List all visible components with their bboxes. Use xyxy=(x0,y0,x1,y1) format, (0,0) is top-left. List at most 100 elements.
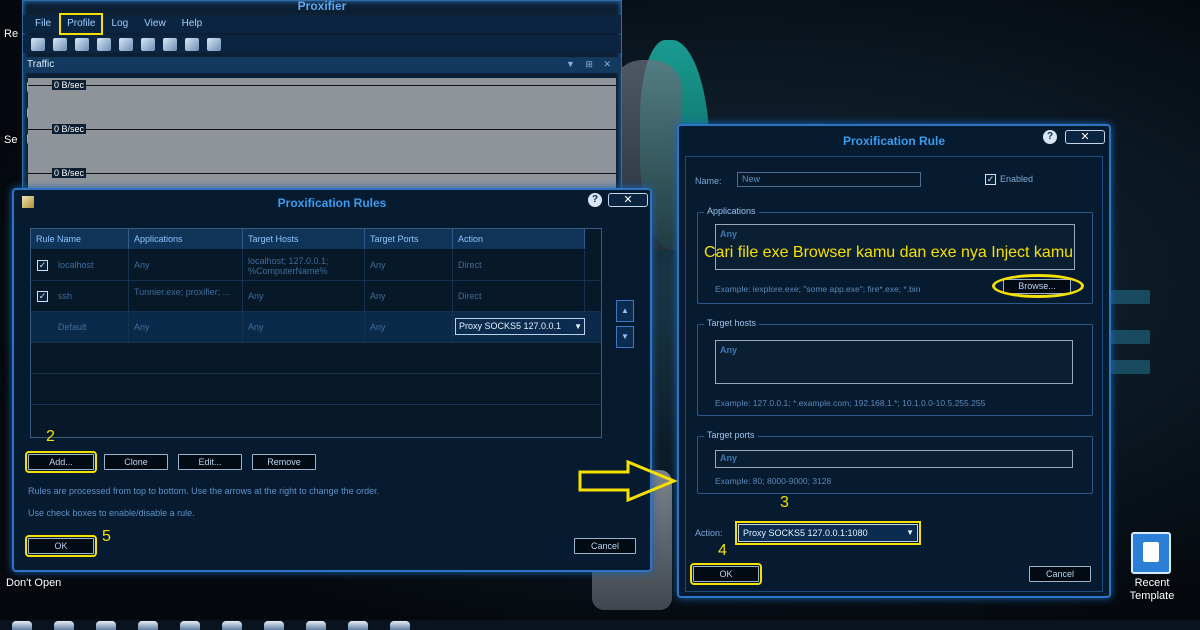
table-row-empty xyxy=(31,343,601,374)
target-hosts-group-title: Target hosts xyxy=(704,318,760,328)
target-hosts-input[interactable]: Any xyxy=(715,340,1073,384)
recent-template-icon[interactable] xyxy=(1131,532,1171,574)
background-light-bar xyxy=(1110,360,1150,374)
ok-button[interactable]: OK xyxy=(25,535,97,557)
applications-cell: Any xyxy=(129,250,243,281)
enabled-checkbox[interactable]: ✓ xyxy=(985,174,996,185)
step-3-marker: 3 xyxy=(780,494,789,511)
traffic-panel-title: Traffic xyxy=(27,59,55,70)
rules-icon[interactable] xyxy=(185,37,199,51)
desktop-icon-label[interactable]: Re xyxy=(4,28,18,40)
instruction-annotation: Cari file exe Browser kamu dan exe nya I… xyxy=(704,244,1074,261)
browse-highlight-ellipse xyxy=(992,274,1084,298)
log-icon[interactable] xyxy=(53,37,67,51)
close-icon[interactable]: ✕ xyxy=(608,193,648,207)
action-dropdown[interactable]: Proxy SOCKS5 127.0.0.1:1080 ▼ xyxy=(735,521,921,545)
target-ports-example: Example: 80; 8000-9000; 3128 xyxy=(715,476,832,486)
mail-icon[interactable] xyxy=(264,621,284,630)
add-rule-button[interactable]: Add... xyxy=(25,451,97,473)
action-cell: Direct xyxy=(453,250,585,281)
menu-profile[interactable]: Profile xyxy=(59,13,104,35)
messenger-icon[interactable] xyxy=(138,621,158,630)
name-field[interactable]: New xyxy=(737,172,921,187)
action-cell: Direct xyxy=(453,281,585,312)
target-ports-cell: Any xyxy=(365,312,453,343)
traffic-label: 0 B/sec xyxy=(52,80,87,90)
column-header-applications[interactable]: Applications xyxy=(129,229,243,249)
menu-help[interactable]: Help xyxy=(176,15,209,33)
table-row[interactable]: ✓ localhost Any localhost; 127.0.0.1; %C… xyxy=(31,250,601,281)
rules-table: Rule Name Applications Target Hosts Targ… xyxy=(30,228,602,438)
opera-icon[interactable] xyxy=(180,621,200,630)
step-4-marker: 4 xyxy=(718,542,727,559)
name-label: Name: xyxy=(695,176,722,186)
column-header-rule-name[interactable]: Rule Name xyxy=(31,229,129,249)
rule-name-cell: Default xyxy=(53,312,129,343)
checkbox-hint: Use check boxes to enable/disable a rule… xyxy=(28,508,195,518)
recent-template-label-line1: Recent xyxy=(1134,577,1170,589)
proxy-servers-icon[interactable] xyxy=(163,37,177,51)
recent-template-label-line2: Template xyxy=(1129,590,1175,602)
proxification-rule-dialog: Proxification Rule ? ✕ Name: New ✓ Enabl… xyxy=(677,124,1111,598)
traffic-graph: 0 B/sec 0 B/sec 0 B/sec xyxy=(28,78,616,190)
arrow-right-icon xyxy=(578,460,678,502)
menu-file[interactable]: File xyxy=(29,15,57,33)
rule-cancel-button[interactable]: Cancel xyxy=(1029,566,1091,582)
taskbar xyxy=(0,620,1200,630)
step-5-marker: 5 xyxy=(102,528,111,545)
menu-log[interactable]: Log xyxy=(105,15,134,33)
column-header-target-hosts[interactable]: Target Hosts xyxy=(243,229,365,249)
rule-enabled-checkbox[interactable]: ✓ xyxy=(37,260,48,271)
recent-template-label[interactable]: Recent Template xyxy=(1124,577,1180,603)
rule-name-cell: ssh xyxy=(53,281,129,312)
traffic-label: 0 B/sec xyxy=(52,168,87,178)
media-icon[interactable] xyxy=(306,621,326,630)
desktop-icon-label[interactable]: Don't Open xyxy=(6,577,61,589)
rule-ok-button[interactable]: OK xyxy=(690,563,762,585)
new-profile-icon[interactable] xyxy=(97,37,111,51)
table-row-empty xyxy=(31,374,601,405)
table-row[interactable]: ✓ ssh Tunnier.exe; proxifier; ... Any An… xyxy=(31,281,601,312)
applications-cell: Any xyxy=(129,312,243,343)
menu-view[interactable]: View xyxy=(138,15,172,33)
cancel-button[interactable]: Cancel xyxy=(574,538,636,554)
firefox-icon[interactable] xyxy=(222,621,242,630)
search-icon[interactable] xyxy=(75,37,89,51)
proxification-rules-dialog: Proxification Rules ? ✕ Rule Name Applic… xyxy=(12,188,652,572)
target-hosts-cell: Any xyxy=(243,312,365,343)
explorer-icon[interactable] xyxy=(54,621,74,630)
target-hosts-cell: Any xyxy=(243,281,365,312)
clone-rule-button[interactable]: Clone xyxy=(104,454,168,470)
column-header-target-ports[interactable]: Target Ports xyxy=(365,229,453,249)
target-hosts-cell: localhost; 127.0.0.1; %ComputerName% xyxy=(243,250,365,281)
desktop-icon-label[interactable]: Se xyxy=(4,134,17,146)
panel-controls-icon[interactable]: ▼ ⊞ ✕ xyxy=(566,59,615,70)
chevron-down-icon: ▼ xyxy=(906,528,914,537)
action-label: Action: xyxy=(695,528,723,538)
move-up-button[interactable]: ▲ xyxy=(616,300,634,322)
column-header-action[interactable]: Action xyxy=(453,229,585,249)
help-icon[interactable]: ? xyxy=(1043,130,1057,144)
target-ports-input[interactable]: Any xyxy=(715,450,1073,468)
edit-rule-button[interactable]: Edit... xyxy=(178,454,242,470)
target-ports-cell: Any xyxy=(365,281,453,312)
start-icon[interactable] xyxy=(12,621,32,630)
connections-icon[interactable] xyxy=(31,37,45,51)
remove-rule-button[interactable]: Remove xyxy=(252,454,316,470)
browser-icon[interactable] xyxy=(96,621,116,630)
action-dropdown[interactable]: Proxy SOCKS5 127.0.0.1 ▼ xyxy=(455,318,585,335)
open-profile-icon[interactable] xyxy=(119,37,133,51)
close-icon[interactable]: ✕ xyxy=(1065,130,1105,144)
rule-enabled-checkbox[interactable]: ✓ xyxy=(37,291,48,302)
background-light-bar xyxy=(1110,290,1150,304)
graph-line xyxy=(28,85,616,86)
traffic-panel-header: Traffic ▼ ⊞ ✕ xyxy=(23,57,621,73)
proxifier-icon[interactable] xyxy=(390,621,410,630)
settings-icon[interactable] xyxy=(207,37,221,51)
app-icon[interactable] xyxy=(348,621,368,630)
save-profile-icon[interactable] xyxy=(141,37,155,51)
move-down-button[interactable]: ▼ xyxy=(616,326,634,348)
help-icon[interactable]: ? xyxy=(588,193,602,207)
target-ports-cell: Any xyxy=(365,250,453,281)
table-row-selected[interactable]: Default Any Any Any Proxy SOCKS5 127.0.0… xyxy=(31,312,601,343)
